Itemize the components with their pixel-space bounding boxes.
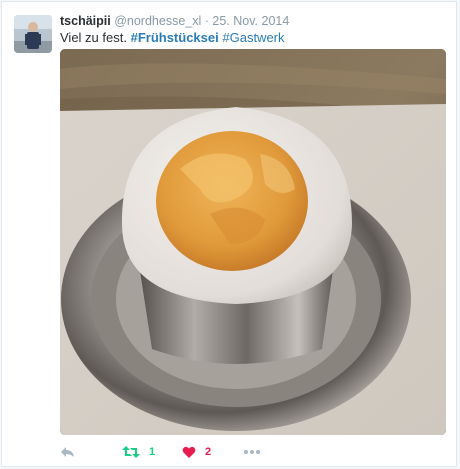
- tweet-text-plain: Viel zu fest.: [60, 30, 127, 45]
- retweet-count: 1: [149, 446, 156, 458]
- tweet-date[interactable]: 25. Nov. 2014: [212, 14, 289, 28]
- separator: ·: [204, 14, 209, 28]
- like-button[interactable]: 2: [182, 443, 211, 461]
- hashtag-link[interactable]: #Gastwerk: [222, 30, 284, 45]
- tweet-header: tschäipii @nordhesse_xl · 25. Nov. 2014: [60, 14, 289, 29]
- tweet-photo[interactable]: [60, 49, 446, 435]
- like-count: 2: [205, 446, 212, 458]
- avatar-image: [14, 15, 52, 53]
- more-button[interactable]: [244, 443, 260, 461]
- retweet-icon: [122, 446, 140, 458]
- tweet-text: Viel zu fest. #Frühstücksei #Gastwerk: [60, 30, 285, 46]
- retweet-button[interactable]: 1: [122, 443, 155, 461]
- more-icon: [244, 450, 260, 454]
- avatar[interactable]: [14, 15, 52, 53]
- heart-icon: [182, 446, 196, 458]
- reply-icon: [61, 447, 74, 457]
- tweet-actions: 1 2: [60, 443, 440, 461]
- egg-photo: [60, 49, 446, 435]
- reply-button[interactable]: [60, 443, 76, 461]
- display-name[interactable]: tschäipii: [60, 14, 111, 28]
- user-handle[interactable]: @nordhesse_xl: [114, 14, 201, 28]
- tweet-card[interactable]: tschäipii @nordhesse_xl · 25. Nov. 2014 …: [1, 1, 457, 467]
- hashtag-link[interactable]: #Frühstücksei: [131, 30, 219, 45]
